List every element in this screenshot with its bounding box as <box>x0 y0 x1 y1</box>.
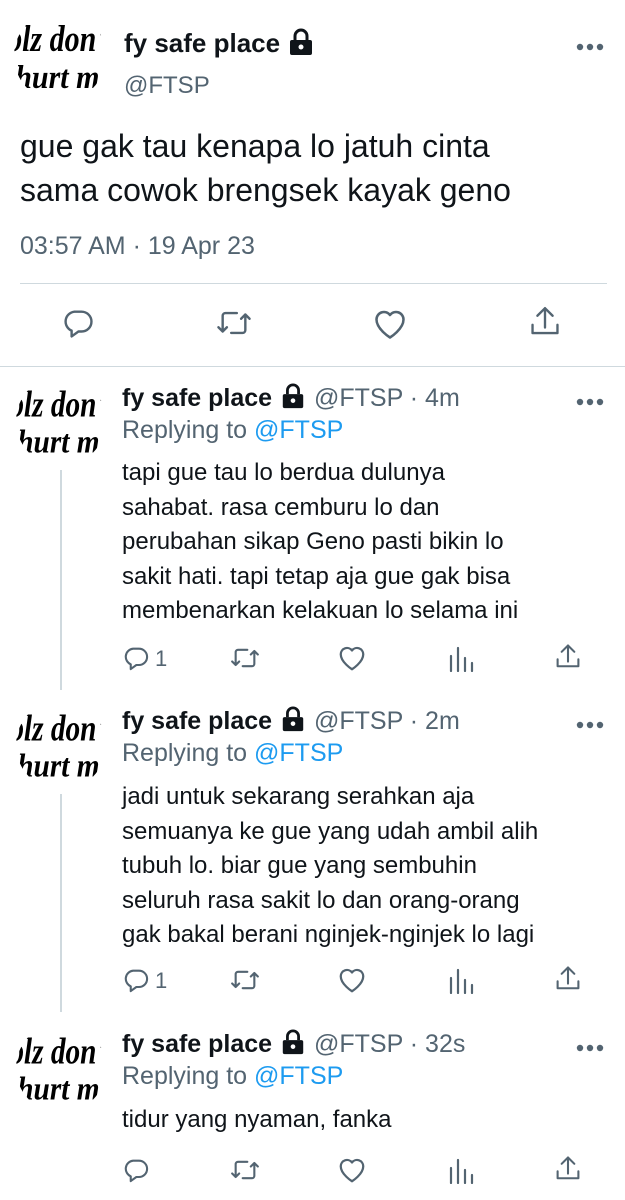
lock-icon <box>279 1029 307 1062</box>
tweet-text: jadi untuk sekarang serahkan aja semuany… <box>122 780 538 953</box>
reply-header: fy safe place @FTSP · 4m <box>122 383 460 416</box>
tweet-text: tapi gue tau lo berdua dulunya sahabat. … <box>122 456 518 629</box>
like-icon[interactable] <box>337 1156 367 1184</box>
svg-text:plz don't: plz don't <box>16 1031 106 1072</box>
analytics-icon[interactable] <box>448 966 474 994</box>
tweet-text-line: sahabat. rasa cemburu lo dan <box>122 493 440 521</box>
handle[interactable]: @FTSP <box>124 72 210 100</box>
svg-text:plz don't: plz don't <box>16 708 106 749</box>
reply-count: 1 <box>155 968 168 993</box>
tweet-text-line: tapi gue tau lo berdua dulunya <box>122 459 445 486</box>
time[interactable]: · 32s <box>410 1030 466 1058</box>
like-icon[interactable] <box>337 966 367 994</box>
replying-to-link[interactable]: @FTSP <box>254 1062 343 1090</box>
tweet-text-line: perubahan sikap Geno pasti bikin lo <box>122 528 504 555</box>
reply-icon[interactable] <box>122 1156 150 1184</box>
svg-text:hurt me: hurt me <box>17 1071 106 1107</box>
share-icon[interactable] <box>554 1154 582 1184</box>
reply-count: 1 <box>155 646 168 671</box>
timestamp[interactable]: 03:57 AM · 19 Apr 23 <box>20 232 255 261</box>
replying-to-link[interactable]: @FTSP <box>254 739 343 767</box>
display-name[interactable]: fy safe place <box>122 384 272 412</box>
display-name[interactable]: fy safe place <box>124 28 280 59</box>
tweet-text-line: gue gak tau kenapa lo jatuh cinta <box>20 128 490 164</box>
lock-icon <box>286 28 316 56</box>
replying-prefix: Replying to <box>122 739 248 767</box>
like-icon[interactable] <box>337 644 367 672</box>
tweet-text-line: sama cowok brengsek kayak geno <box>20 172 511 208</box>
retweet-icon[interactable] <box>229 1156 261 1184</box>
thread-line <box>60 794 62 1012</box>
replying-to: Replying to @FTSP <box>122 416 343 445</box>
reply-icon[interactable] <box>122 966 150 994</box>
replying-prefix: Replying to <box>122 416 248 444</box>
avatar-image: plz don't hurt me <box>16 384 106 460</box>
avatar[interactable]: plz don't hurt me <box>14 10 106 102</box>
replying-prefix: Replying to <box>122 1062 248 1090</box>
avatar-image: plz don't hurt me <box>14 19 106 96</box>
share-icon[interactable] <box>554 642 582 672</box>
display-name[interactable]: fy safe place <box>122 707 272 735</box>
retweet-icon[interactable] <box>229 966 261 994</box>
more-options-icon[interactable] <box>576 393 604 411</box>
thread-line <box>60 470 62 690</box>
replying-to-link[interactable]: @FTSP <box>254 416 343 444</box>
svg-text:plz don't: plz don't <box>16 384 106 425</box>
reply-header: fy safe place @FTSP · 2m <box>122 706 460 739</box>
replying-to: Replying to @FTSP <box>122 739 343 768</box>
reply-icon[interactable] <box>61 306 95 340</box>
reply-icon[interactable] <box>122 644 150 672</box>
svg-text:hurt me: hurt me <box>17 748 106 784</box>
avatar-text-bottom: hurt me <box>15 59 106 96</box>
divider <box>20 283 607 284</box>
tweet-text-line: tidur yang nyaman, fanka <box>122 1106 392 1133</box>
retweet-icon[interactable] <box>215 306 253 340</box>
display-name[interactable]: fy safe place <box>122 1030 272 1058</box>
replying-to: Replying to @FTSP <box>122 1062 343 1091</box>
tweet-text-line: sakit hati. tapi tetap aja gue gak bisa <box>122 562 511 590</box>
avatar-text-top: plz don't <box>14 19 106 60</box>
analytics-icon[interactable] <box>448 644 474 672</box>
avatar[interactable]: plz don't hurt me <box>16 1023 106 1113</box>
tweet-text-line: tubuh lo. biar gue yang sembuhin <box>122 852 477 879</box>
time[interactable]: · 4m <box>410 384 460 412</box>
handle[interactable]: @FTSP <box>314 707 403 735</box>
avatar-image: plz don't hurt me <box>16 708 106 784</box>
lock-icon <box>279 706 307 739</box>
tweet-text-line: membenarkan kelakuan lo selama ini <box>122 597 519 624</box>
tweet-text-line: jadi untuk sekarang serahkan aja <box>122 783 475 810</box>
share-icon[interactable] <box>554 964 582 994</box>
like-icon[interactable] <box>372 307 408 341</box>
divider <box>0 366 625 367</box>
lock-icon <box>279 383 307 416</box>
tweet-text: tidur yang nyaman, fanka <box>122 1103 392 1138</box>
avatar-image: plz don't hurt me <box>16 1031 106 1107</box>
tweet-text-line: semuanya ke gue yang udah ambil alih <box>122 817 539 845</box>
more-options-icon[interactable] <box>576 716 604 734</box>
more-options-icon[interactable] <box>576 38 604 56</box>
handle[interactable]: @FTSP <box>314 384 403 412</box>
time[interactable]: · 2m <box>410 707 460 735</box>
reply-header: fy safe place @FTSP · 32s <box>122 1029 465 1062</box>
avatar[interactable]: plz don't hurt me <box>16 700 106 790</box>
more-options-icon[interactable] <box>576 1039 604 1057</box>
retweet-icon[interactable] <box>229 644 261 672</box>
analytics-icon[interactable] <box>448 1156 474 1184</box>
avatar[interactable]: plz don't hurt me <box>16 376 106 466</box>
tweet-text: gue gak tau kenapa lo jatuh cinta sama c… <box>20 124 511 212</box>
tweet-text-line: seluruh rasa sakit lo dan orang-orang <box>122 886 520 914</box>
tweet-text-line: gak bakal berani nginjek-nginjek lo lagi <box>122 921 535 948</box>
share-icon[interactable] <box>528 304 562 340</box>
svg-text:hurt me: hurt me <box>17 424 106 460</box>
handle[interactable]: @FTSP <box>314 1030 403 1058</box>
